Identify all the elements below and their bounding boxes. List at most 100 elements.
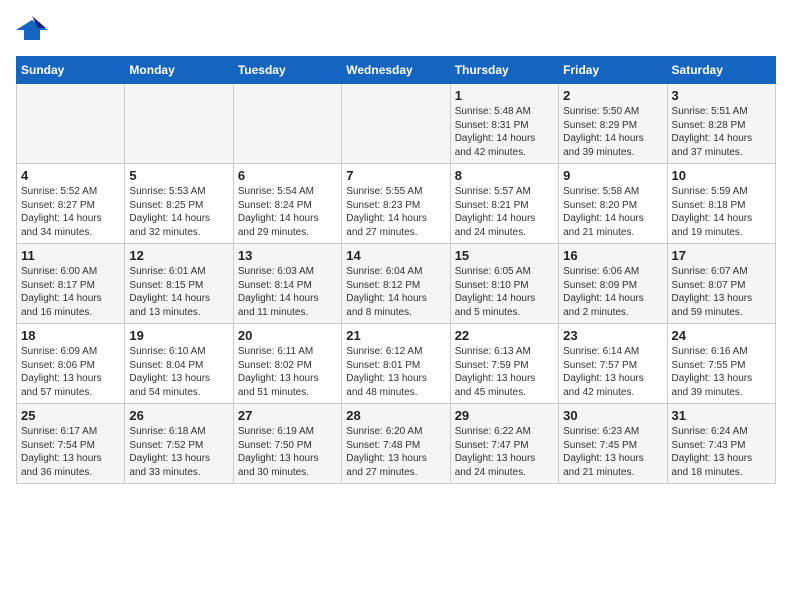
calendar-cell: 18 Sunrise: 6:09 AM Sunset: 8:06 PM Dayli… xyxy=(17,324,125,404)
day-number: 12 xyxy=(129,248,228,263)
day-details: Sunrise: 5:52 AM Sunset: 8:27 PM Dayligh… xyxy=(21,185,120,239)
day-number: 25 xyxy=(21,408,120,423)
logo-icon xyxy=(16,16,48,44)
column-header-tuesday: Tuesday xyxy=(233,57,341,84)
column-header-friday: Friday xyxy=(559,57,667,84)
calendar-cell: 29 Sunrise: 6:22 AM Sunset: 7:47 PM Dayli… xyxy=(450,404,558,484)
day-details: Sunrise: 5:48 AM Sunset: 8:31 PM Dayligh… xyxy=(455,105,554,159)
calendar-cell: 23Sunrise: 6:14 AM Sunset: 7:57 PM Dayli… xyxy=(559,324,667,404)
calendar-cell: 11 Sunrise: 6:00 AM Sunset: 8:17 PM Dayli… xyxy=(17,244,125,324)
day-number: 4 xyxy=(21,168,120,183)
calendar-cell: 12 Sunrise: 6:01 AM Sunset: 8:15 PM Dayli… xyxy=(125,244,233,324)
calendar-cell: 31 Sunrise: 6:24 AM Sunset: 7:43 PM Dayli… xyxy=(667,404,775,484)
calendar-week-row: 1 Sunrise: 5:48 AM Sunset: 8:31 PM Daylig… xyxy=(17,84,776,164)
day-number: 27 xyxy=(238,408,337,423)
calendar-cell: 7Sunrise: 5:55 AM Sunset: 8:23 PM Daylig… xyxy=(342,164,450,244)
calendar-cell: 9 Sunrise: 5:58 AM Sunset: 8:20 PM Daylig… xyxy=(559,164,667,244)
day-number: 31 xyxy=(672,408,771,423)
day-details: Sunrise: 6:19 AM Sunset: 7:50 PM Dayligh… xyxy=(238,425,337,479)
day-number: 21 xyxy=(346,328,445,343)
calendar-cell: 27 Sunrise: 6:19 AM Sunset: 7:50 PM Dayli… xyxy=(233,404,341,484)
day-details: Sunrise: 6:00 AM Sunset: 8:17 PM Dayligh… xyxy=(21,265,120,319)
day-details: Sunrise: 6:16 AM Sunset: 7:55 PM Dayligh… xyxy=(672,345,771,399)
day-details: Sunrise: 6:12 AM Sunset: 8:01 PM Dayligh… xyxy=(346,345,445,399)
column-header-monday: Monday xyxy=(125,57,233,84)
calendar-cell: 15 Sunrise: 6:05 AM Sunset: 8:10 PM Dayli… xyxy=(450,244,558,324)
calendar-cell xyxy=(233,84,341,164)
day-details: Sunrise: 6:22 AM Sunset: 7:47 PM Dayligh… xyxy=(455,425,554,479)
day-number: 22 xyxy=(455,328,554,343)
day-number: 15 xyxy=(455,248,554,263)
day-details: Sunrise: 6:14 AM Sunset: 7:57 PM Dayligh… xyxy=(563,345,662,399)
calendar-cell xyxy=(17,84,125,164)
day-details: Sunrise: 6:10 AM Sunset: 8:04 PM Dayligh… xyxy=(129,345,228,399)
calendar-cell: 3Sunrise: 5:51 AM Sunset: 8:28 PM Daylig… xyxy=(667,84,775,164)
day-details: Sunrise: 5:54 AM Sunset: 8:24 PM Dayligh… xyxy=(238,185,337,239)
calendar-cell: 28 Sunrise: 6:20 AM Sunset: 7:48 PM Dayli… xyxy=(342,404,450,484)
day-number: 2 xyxy=(563,88,662,103)
calendar-cell: 22Sunrise: 6:13 AM Sunset: 7:59 PM Dayli… xyxy=(450,324,558,404)
day-number: 18 xyxy=(21,328,120,343)
column-header-saturday: Saturday xyxy=(667,57,775,84)
column-header-sunday: Sunday xyxy=(17,57,125,84)
day-number: 11 xyxy=(21,248,120,263)
calendar-cell: 14 Sunrise: 6:04 AM Sunset: 8:12 PM Dayli… xyxy=(342,244,450,324)
day-number: 6 xyxy=(238,168,337,183)
calendar-cell: 2 Sunrise: 5:50 AM Sunset: 8:29 PM Daylig… xyxy=(559,84,667,164)
calendar-cell xyxy=(125,84,233,164)
calendar-cell: 13 Sunrise: 6:03 AM Sunset: 8:14 PM Dayli… xyxy=(233,244,341,324)
day-details: Sunrise: 6:24 AM Sunset: 7:43 PM Dayligh… xyxy=(672,425,771,479)
calendar-cell: 10Sunrise: 5:59 AM Sunset: 8:18 PM Dayli… xyxy=(667,164,775,244)
day-number: 14 xyxy=(346,248,445,263)
day-details: Sunrise: 5:55 AM Sunset: 8:23 PM Dayligh… xyxy=(346,185,445,239)
day-number: 1 xyxy=(455,88,554,103)
calendar-cell: 5Sunrise: 5:53 AM Sunset: 8:25 PM Daylig… xyxy=(125,164,233,244)
day-number: 13 xyxy=(238,248,337,263)
day-details: Sunrise: 6:04 AM Sunset: 8:12 PM Dayligh… xyxy=(346,265,445,319)
calendar-week-row: 4 Sunrise: 5:52 AM Sunset: 8:27 PM Daylig… xyxy=(17,164,776,244)
day-details: Sunrise: 5:50 AM Sunset: 8:29 PM Dayligh… xyxy=(563,105,662,159)
calendar-header-row: SundayMondayTuesdayWednesdayThursdayFrid… xyxy=(17,57,776,84)
day-number: 8 xyxy=(455,168,554,183)
day-number: 16 xyxy=(563,248,662,263)
day-details: Sunrise: 6:20 AM Sunset: 7:48 PM Dayligh… xyxy=(346,425,445,479)
calendar-cell: 17Sunrise: 6:07 AM Sunset: 8:07 PM Dayli… xyxy=(667,244,775,324)
day-details: Sunrise: 6:23 AM Sunset: 7:45 PM Dayligh… xyxy=(563,425,662,479)
day-details: Sunrise: 5:51 AM Sunset: 8:28 PM Dayligh… xyxy=(672,105,771,159)
day-details: Sunrise: 6:01 AM Sunset: 8:15 PM Dayligh… xyxy=(129,265,228,319)
day-number: 28 xyxy=(346,408,445,423)
calendar-week-row: 18 Sunrise: 6:09 AM Sunset: 8:06 PM Dayli… xyxy=(17,324,776,404)
day-number: 5 xyxy=(129,168,228,183)
day-number: 26 xyxy=(129,408,228,423)
day-details: Sunrise: 5:58 AM Sunset: 8:20 PM Dayligh… xyxy=(563,185,662,239)
calendar-cell: 24 Sunrise: 6:16 AM Sunset: 7:55 PM Dayli… xyxy=(667,324,775,404)
day-number: 9 xyxy=(563,168,662,183)
day-details: Sunrise: 6:03 AM Sunset: 8:14 PM Dayligh… xyxy=(238,265,337,319)
day-number: 24 xyxy=(672,328,771,343)
calendar-cell: 6 Sunrise: 5:54 AM Sunset: 8:24 PM Daylig… xyxy=(233,164,341,244)
calendar-cell: 4 Sunrise: 5:52 AM Sunset: 8:27 PM Daylig… xyxy=(17,164,125,244)
calendar-cell: 20 Sunrise: 6:11 AM Sunset: 8:02 PM Dayli… xyxy=(233,324,341,404)
day-details: Sunrise: 6:06 AM Sunset: 8:09 PM Dayligh… xyxy=(563,265,662,319)
calendar-cell: 16 Sunrise: 6:06 AM Sunset: 8:09 PM Dayli… xyxy=(559,244,667,324)
day-number: 29 xyxy=(455,408,554,423)
calendar-week-row: 11 Sunrise: 6:00 AM Sunset: 8:17 PM Dayli… xyxy=(17,244,776,324)
calendar-cell: 19 Sunrise: 6:10 AM Sunset: 8:04 PM Dayli… xyxy=(125,324,233,404)
day-details: Sunrise: 6:11 AM Sunset: 8:02 PM Dayligh… xyxy=(238,345,337,399)
calendar-table: SundayMondayTuesdayWednesdayThursdayFrid… xyxy=(16,56,776,484)
day-number: 20 xyxy=(238,328,337,343)
calendar-cell: 1 Sunrise: 5:48 AM Sunset: 8:31 PM Daylig… xyxy=(450,84,558,164)
day-details: Sunrise: 5:59 AM Sunset: 8:18 PM Dayligh… xyxy=(672,185,771,239)
day-details: Sunrise: 6:05 AM Sunset: 8:10 PM Dayligh… xyxy=(455,265,554,319)
column-header-wednesday: Wednesday xyxy=(342,57,450,84)
calendar-cell: 26 Sunrise: 6:18 AM Sunset: 7:52 PM Dayli… xyxy=(125,404,233,484)
day-number: 17 xyxy=(672,248,771,263)
column-header-thursday: Thursday xyxy=(450,57,558,84)
day-details: Sunrise: 6:18 AM Sunset: 7:52 PM Dayligh… xyxy=(129,425,228,479)
page-header xyxy=(16,16,776,44)
logo xyxy=(16,16,52,44)
day-details: Sunrise: 6:09 AM Sunset: 8:06 PM Dayligh… xyxy=(21,345,120,399)
calendar-cell xyxy=(342,84,450,164)
day-number: 19 xyxy=(129,328,228,343)
day-details: Sunrise: 5:57 AM Sunset: 8:21 PM Dayligh… xyxy=(455,185,554,239)
